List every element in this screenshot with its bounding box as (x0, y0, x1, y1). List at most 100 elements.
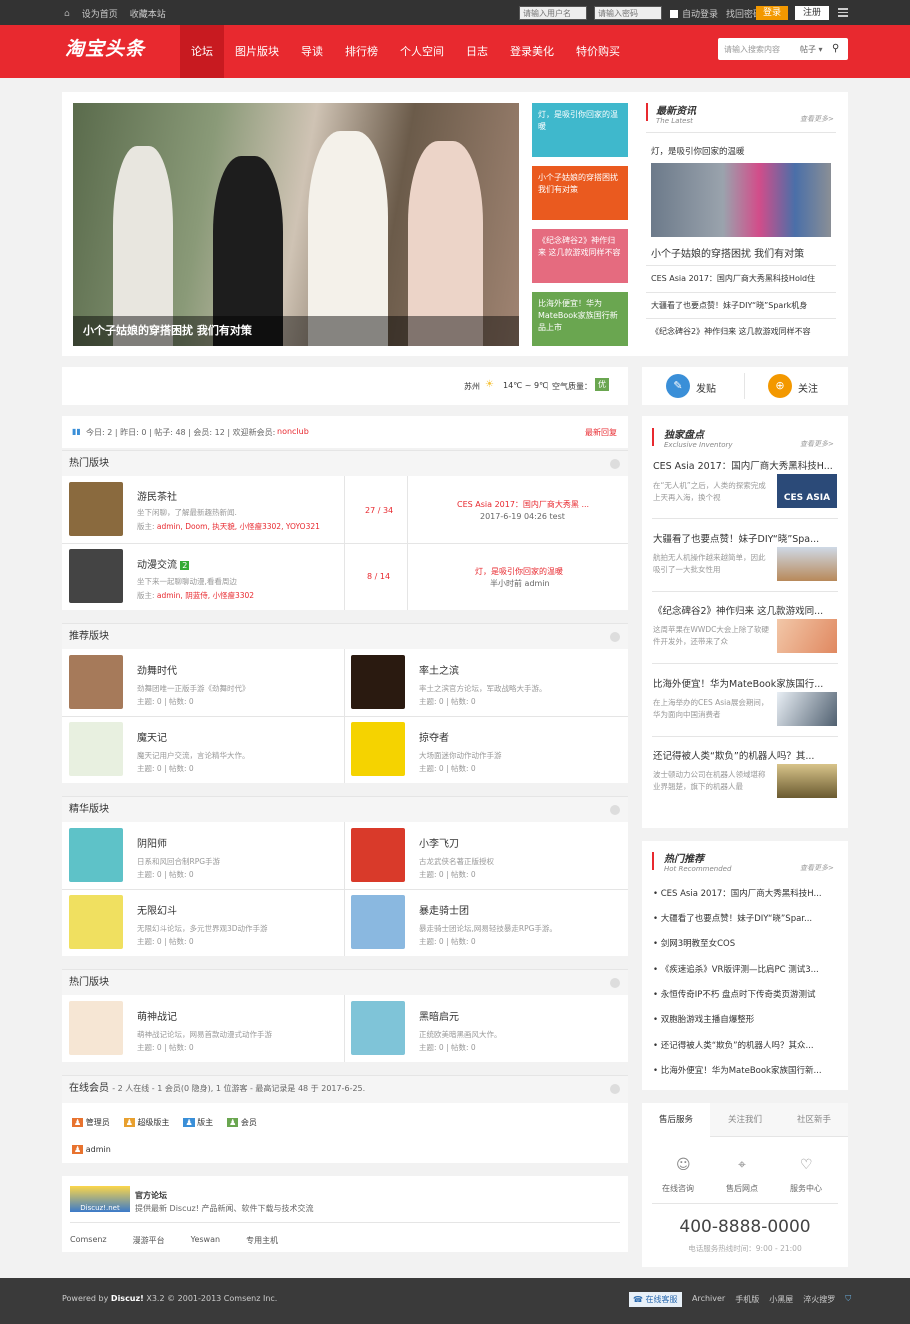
inventory-thumb[interactable] (777, 547, 837, 581)
heart-icon[interactable]: ♡ (800, 1157, 813, 1173)
section-header-recommend[interactable]: 推荐版块 (62, 623, 628, 649)
post-icon[interactable]: ✎ (666, 374, 690, 398)
inventory-item-title[interactable]: 还记得被人类“欺负”的机器人吗？其... (653, 748, 838, 762)
forum-name[interactable]: 动漫交流 2 (137, 556, 190, 571)
featured-slider[interactable]: 小个子姑娘的穿搭困扰 我们有对策 (73, 103, 519, 346)
forum-last-post[interactable]: 灯，是吸引你回家的温暖 (475, 566, 563, 577)
forum-thumb[interactable] (69, 655, 123, 709)
password-input[interactable] (594, 6, 662, 20)
inventory-more-link[interactable]: 查看更多> (800, 439, 834, 449)
search-icon[interactable]: ⚲ (832, 43, 839, 54)
online-user[interactable]: ♟ admin (72, 1145, 111, 1154)
nav-item-forum[interactable]: 论坛 (180, 25, 224, 78)
partner-link[interactable]: 专用主机 (246, 1235, 278, 1246)
footer-link[interactable]: Archiver (692, 1294, 725, 1305)
forum-thumb[interactable] (69, 1001, 123, 1055)
nav-item-pictures[interactable]: 图片版块 (224, 25, 290, 78)
inventory-thumb[interactable] (777, 764, 837, 798)
menu-icon[interactable] (838, 8, 848, 17)
slider-caption[interactable]: 小个子姑娘的穿搭困扰 我们有对策 (73, 316, 519, 346)
forum-thumb[interactable] (69, 895, 123, 949)
register-button[interactable]: 注册 (795, 6, 829, 20)
tile-news-1[interactable]: 灯，是吸引你回家的温暖 (532, 103, 628, 157)
forum-thumb[interactable] (69, 549, 123, 603)
search-type-select[interactable]: 帖子 ▾ (800, 44, 823, 55)
forum-thumb[interactable] (69, 482, 123, 536)
tab-after-sales[interactable]: 售后服务 (642, 1103, 710, 1138)
collapse-icon[interactable] (610, 1084, 620, 1094)
collapse-icon[interactable] (610, 632, 620, 642)
forum-name[interactable]: 暴走骑士团 (419, 902, 469, 917)
recommend-item[interactable]: • CES Asia 2017：国内厂商大秀黑科技H... (653, 887, 835, 899)
forum-thumb[interactable] (351, 895, 405, 949)
forum-thumb[interactable] (351, 655, 405, 709)
partner-link[interactable]: 漫游平台 (133, 1235, 165, 1246)
forum-name[interactable]: 无限幻斗 (137, 902, 177, 917)
official-badge[interactable]: Discuz!.net (70, 1186, 130, 1212)
latest-item[interactable]: 《纪念碑谷2》神作归来 这几款游戏同样不容 (651, 326, 811, 337)
post-button[interactable]: 发贴 (696, 380, 716, 395)
nav-item-space[interactable]: 个人空间 (389, 25, 455, 78)
username-input[interactable] (519, 6, 587, 20)
inventory-item-title[interactable]: CES Asia 2017：国内厂商大秀黑科技H... (653, 458, 838, 472)
login-button[interactable]: 登录 (756, 6, 788, 20)
forum-name[interactable]: 阴阳师 (137, 835, 167, 850)
forum-thumb[interactable] (351, 828, 405, 882)
recommend-item[interactable]: • 永恒传奇IP不朽 盘点时下传奇类页游测试 (653, 988, 835, 1000)
service-center[interactable]: 服务中心 (790, 1183, 822, 1194)
recommend-more-link[interactable]: 查看更多> (800, 863, 834, 873)
partner-link[interactable]: Comsenz (70, 1235, 107, 1246)
forum-thumb[interactable] (69, 722, 123, 776)
partner-link[interactable]: Yeswan (191, 1235, 220, 1246)
inventory-thumb[interactable] (777, 619, 837, 653)
set-homepage-link[interactable]: 设为首页 (82, 7, 118, 20)
forum-thumb[interactable] (351, 1001, 405, 1055)
search-box[interactable]: 请输入搜索内容 帖子 ▾ ⚲ (718, 38, 848, 60)
section-header-elite[interactable]: 精华版块 (62, 796, 628, 822)
inventory-item-title[interactable]: 大疆看了也要点赞！妹子DIY“晓”Spa... (653, 531, 838, 545)
nav-item-guide[interactable]: 导读 (290, 25, 334, 78)
latest-reply-link[interactable]: 最新回复 (585, 427, 617, 438)
collapse-icon[interactable] (610, 978, 620, 988)
inventory-thumb[interactable] (777, 692, 837, 726)
footer-link[interactable]: 小黑屋 (769, 1294, 793, 1305)
latest-caption[interactable]: 小个子姑娘的穿搭困扰 我们有对策 (651, 245, 804, 260)
forum-name[interactable]: 小李飞刀 (419, 835, 459, 850)
section-header-online[interactable]: 在线会员 - 2 人在线 - 1 会员(0 隐身), 1 位游客 - 最高记录是… (62, 1075, 628, 1103)
location-icon[interactable]: ⌖ (738, 1157, 746, 1173)
follow-icon[interactable]: ⊕ (768, 374, 792, 398)
forum-name[interactable]: 萌神战记 (137, 1008, 177, 1023)
user-icon[interactable]: ☺ (676, 1157, 691, 1173)
service-outlets[interactable]: 售后网点 (726, 1183, 758, 1194)
forum-last-post[interactable]: CES Asia 2017：国内厂商大秀黑 ... (457, 499, 589, 510)
collapse-icon[interactable] (610, 459, 620, 469)
nav-item-sale[interactable]: 特价购买 (565, 25, 631, 78)
footer-link[interactable]: 手机版 (735, 1294, 759, 1305)
forum-name[interactable]: 劲舞时代 (137, 662, 177, 677)
forum-name[interactable]: 游民茶社 (137, 488, 177, 503)
recommend-item[interactable]: • 还记得被人类“欺负”的机器人吗？其众... (653, 1039, 835, 1051)
footer-link[interactable]: 淬火搜罗 (803, 1294, 835, 1305)
online-chat-button[interactable]: ☎ 在线客服 (629, 1292, 682, 1307)
nav-item-ranking[interactable]: 排行榜 (334, 25, 389, 78)
service-online[interactable]: 在线咨询 (662, 1183, 694, 1194)
tile-news-3[interactable]: 《纪念碑谷2》神作归来 这几款游戏同样不容 (532, 229, 628, 283)
recommend-item[interactable]: • 《疾速追杀》VR版评测—比肩PC 测试3... (653, 963, 835, 975)
recommend-item[interactable]: • 剑网3明教至女COS (653, 937, 835, 949)
section-header-hot-2[interactable]: 热门版块 (62, 969, 628, 995)
nav-item-blog[interactable]: 日志 (455, 25, 499, 78)
latest-image[interactable] (651, 163, 831, 237)
forum-name[interactable]: 魔天记 (137, 729, 167, 744)
new-member-link[interactable]: nonclub (277, 427, 309, 436)
tile-news-4[interactable]: 比海外便宜！华为MateBook家族国行新品上市 (532, 292, 628, 346)
forum-thumb[interactable] (69, 828, 123, 882)
site-logo[interactable]: 淘宝头条 (65, 34, 145, 61)
tab-follow-us[interactable]: 关注我们 (710, 1103, 780, 1137)
nav-item-beautify[interactable]: 登录美化 (499, 25, 565, 78)
latest-item[interactable]: 大疆看了也要点赞！妹子DIY“晓”Spark机身 (651, 300, 807, 311)
search-input[interactable]: 请输入搜索内容 (724, 44, 780, 55)
latest-top-item[interactable]: 灯，是吸引你回家的温暖 (651, 145, 745, 157)
tab-newbie[interactable]: 社区新手 (780, 1103, 848, 1137)
inventory-item-title[interactable]: 《纪念碑谷2》神作归来 这几款游戏同... (653, 603, 838, 617)
forum-name[interactable]: 黑暗启元 (419, 1008, 459, 1023)
